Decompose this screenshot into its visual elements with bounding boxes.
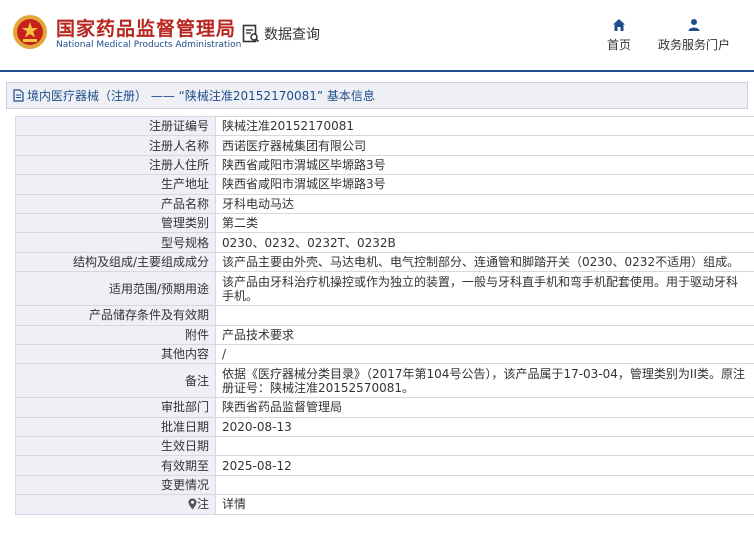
table-row: 结构及组成/主要组成成分 该产品主要由外壳、马达电机、电气控制部分、连通管和脚踏开…	[15, 251, 754, 273]
field-value: 陕械注准20152170081	[215, 115, 754, 137]
table-row: 变更情况	[15, 474, 754, 496]
nav-home[interactable]: 首页	[602, 18, 636, 53]
user-icon	[688, 19, 700, 31]
site-header: 国家药品监督管理局 National Medical Products Admi…	[0, 0, 754, 72]
field-value: 牙科电动马达	[215, 193, 754, 214]
nav-service-label: 政务服务门户	[657, 38, 730, 52]
table-row: 管理类别 第二类	[15, 212, 754, 234]
field-label: 型号规格	[15, 232, 216, 253]
table-row: 审批部门 陕西省药品监督管理局	[15, 397, 754, 418]
field-value	[215, 305, 754, 326]
table-row: 批准日期 2020-08-13	[15, 416, 754, 438]
field-value: 依据《医疗器械分类目录》（2017年第104号公告），该产品属于17-03-04…	[215, 363, 754, 399]
field-label: 批准日期	[15, 416, 216, 438]
field-value: 2020-08-13	[215, 416, 754, 438]
field-label: 结构及组成/主要组成成分	[15, 251, 216, 273]
table-row: 注册证编号 陕械注准20152170081	[15, 115, 754, 137]
field-value: 陕西省药品监督管理局	[215, 397, 754, 418]
brand-name-en: National Medical Products Administration	[56, 40, 242, 50]
field-value: 西诺医疗器械集团有限公司	[215, 135, 754, 156]
field-value: 2025-08-12	[215, 455, 754, 476]
details-link[interactable]: 详情	[215, 494, 754, 515]
document-icon	[13, 89, 24, 102]
field-label: 管理类别	[15, 212, 216, 234]
field-label: 附件	[15, 324, 216, 345]
table-row: 型号规格 0230、0232、0232T、0232B	[15, 232, 754, 253]
field-label: 注册证编号	[15, 115, 216, 137]
breadcrumb-separator: ——	[150, 88, 175, 103]
home-icon	[613, 19, 625, 31]
note-label-text: 注	[196, 497, 209, 512]
field-label: 产品储存条件及有效期	[15, 305, 216, 326]
table-row: 产品储存条件及有效期	[15, 305, 754, 326]
field-value: 陕西省咸阳市渭城区毕塬路3号	[215, 154, 754, 176]
registration-detail-table: 注册证编号 陕械注准20152170081 注册人名称 西诺医疗器械集团有限公司 注…	[15, 115, 754, 515]
field-label: 审批部门	[15, 397, 216, 418]
note-label: 注	[15, 494, 216, 515]
breadcrumb: 境内医疗器械（注册） —— “陕械注准20152170081” 基本信息	[6, 82, 748, 109]
field-value: 该产品由牙科治疗机操控或作为独立的装置，一般与牙科直手机和弯手机配套使用。用于驱…	[215, 271, 754, 307]
field-label: 生效日期	[15, 436, 216, 457]
table-row: 备注 依据《医疗器械分类目录》（2017年第104号公告），该产品属于17-03-…	[15, 363, 754, 399]
field-label: 生产地址	[15, 174, 216, 195]
field-label: 产品名称	[15, 193, 216, 214]
field-value: 该产品主要由外壳、马达电机、电气控制部分、连通管和脚踏开关（0230、0232不…	[215, 251, 754, 273]
field-label: 有效期至	[15, 455, 216, 476]
table-row: 有效期至 2025-08-12	[15, 455, 754, 476]
field-value: 第二类	[215, 212, 754, 234]
field-value: /	[215, 343, 754, 365]
field-value: 产品技术要求	[215, 324, 754, 345]
breadcrumb-suffix: 基本信息	[326, 89, 375, 103]
nav-home-label: 首页	[606, 38, 631, 52]
table-row: 生效日期	[15, 436, 754, 457]
emblem-logo	[13, 15, 47, 49]
field-label: 注册人住所	[15, 154, 216, 176]
document-search-icon	[242, 24, 260, 43]
data-query-link[interactable]: 数据查询	[242, 24, 320, 44]
field-label: 适用范围/预期用途	[15, 271, 216, 307]
brand-name-cn: 国家药品监督管理局	[56, 18, 237, 40]
nav-service-portal[interactable]: 政务服务门户	[654, 18, 734, 53]
field-value	[215, 436, 754, 457]
table-row: 产品名称 牙科电动马达	[15, 193, 754, 214]
table-row: 生产地址 陕西省咸阳市渭城区毕塬路3号	[15, 174, 754, 195]
table-row: 注册人住所 陕西省咸阳市渭城区毕塬路3号	[15, 154, 754, 176]
field-value: 陕西省咸阳市渭城区毕塬路3号	[215, 174, 754, 195]
data-query-label: 数据查询	[264, 27, 320, 43]
table-row: 注册人名称 西诺医疗器械集团有限公司	[15, 135, 754, 156]
table-row: 其他内容 /	[15, 343, 754, 365]
field-value: 0230、0232、0232T、0232B	[215, 232, 754, 253]
field-label: 其他内容	[15, 343, 216, 365]
breadcrumb-registration: “陕械注准20152170081”	[178, 89, 324, 103]
table-row: 适用范围/预期用途 该产品由牙科治疗机操控或作为独立的装置，一般与牙科直手机和弯手…	[15, 271, 754, 307]
table-row: 注 详情	[15, 494, 754, 515]
field-value	[215, 474, 754, 496]
pin-icon	[188, 498, 197, 510]
table-row: 附件 产品技术要求	[15, 324, 754, 345]
field-label: 变更情况	[15, 474, 216, 496]
breadcrumb-category[interactable]: 境内医疗器械（注册）	[27, 87, 147, 104]
field-label: 备注	[15, 363, 216, 399]
header-divider	[0, 70, 754, 72]
field-label: 注册人名称	[15, 135, 216, 156]
